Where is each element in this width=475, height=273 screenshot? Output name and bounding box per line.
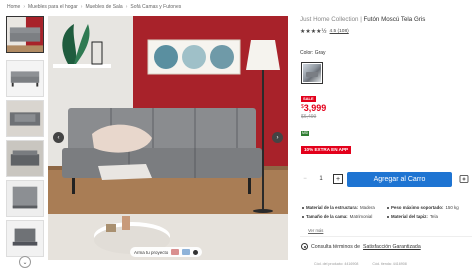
product-heading: Just Home Collection | Futón Moscú Tela … bbox=[300, 16, 472, 24]
sale-badge: SALE bbox=[301, 96, 316, 102]
old-price: $6,499 bbox=[301, 114, 317, 120]
spec-value: 150 kg bbox=[445, 205, 459, 210]
color-swatch-gray[interactable] bbox=[301, 62, 323, 84]
main-product-image[interactable]: ‹ › Arma tu proyecto bbox=[48, 16, 288, 260]
project-preview-icon bbox=[182, 249, 191, 255]
color-label: Color: Gray bbox=[300, 50, 326, 56]
product-info: Just Home Collection | Futón Moscú Tela … bbox=[300, 16, 472, 35]
spec-key: Material de la estructura: bbox=[306, 205, 358, 210]
arma-tu-proyecto-button[interactable]: Arma tu proyecto bbox=[130, 247, 203, 257]
thumbnail-image bbox=[7, 141, 43, 176]
extra-discount-badge: 10% EXTRA EN APP bbox=[301, 146, 352, 154]
project-preview-icon bbox=[171, 249, 180, 255]
msi-badge: MSI bbox=[301, 131, 310, 136]
gallery-prev-arrow-icon[interactable]: ‹ bbox=[53, 132, 64, 143]
spec-row: Material de la estructura: Madera Peso m… bbox=[302, 203, 472, 212]
consult-prefix: Consulta términos de bbox=[311, 243, 361, 250]
product-code: Cód. del producto: 4416908 bbox=[314, 262, 359, 266]
spec-item: Material de la estructura: Madera bbox=[302, 205, 387, 210]
swatch-image bbox=[303, 64, 321, 82]
rating-reviews-link[interactable]: 4.5 (108) bbox=[330, 29, 349, 34]
add-to-list-icon[interactable] bbox=[459, 174, 469, 184]
thumbnail-2[interactable] bbox=[6, 60, 44, 97]
thumbnail-image bbox=[7, 101, 43, 136]
thumbnail-image bbox=[7, 181, 43, 216]
breadcrumb-home[interactable]: Home bbox=[7, 4, 20, 10]
breadcrumb-separator: › bbox=[23, 4, 26, 10]
more-thumbnails-chevron-icon[interactable]: ⌄ bbox=[19, 256, 31, 268]
product-photo bbox=[48, 16, 288, 260]
thumbnail-5[interactable] bbox=[6, 180, 44, 217]
store-code: Cód. tienda: 4416908 bbox=[372, 262, 407, 266]
bullet-icon bbox=[387, 215, 389, 218]
quantity-value[interactable]: 1 bbox=[316, 176, 326, 182]
thumbnail-3[interactable] bbox=[6, 100, 44, 137]
thumbnail-1[interactable] bbox=[6, 16, 44, 53]
breadcrumb-separator: › bbox=[80, 4, 83, 10]
spec-value: Madera bbox=[359, 205, 375, 210]
consult-guarantee: Consulta términos de Satisfacción Garant… bbox=[301, 243, 421, 250]
gallery-next-arrow-icon[interactable]: › bbox=[272, 132, 283, 143]
divider bbox=[300, 236, 472, 237]
quantity-stepper: − 1 + bbox=[301, 173, 343, 185]
product-price: $ 3,999 bbox=[301, 103, 326, 113]
spec-item: Tamaño de la cama: Matrimonial bbox=[302, 214, 387, 219]
ver-mas-link[interactable]: Ver más bbox=[308, 228, 323, 233]
thumbnail-6[interactable] bbox=[6, 220, 44, 257]
product-title: Futón Moscú Tela Gris bbox=[363, 16, 426, 23]
breadcrumb-muebles-sala[interactable]: Muebles de Sala bbox=[85, 4, 122, 10]
breadcrumb-separator: › bbox=[125, 4, 128, 10]
thumbnail-image bbox=[7, 61, 43, 96]
guarantee-icon bbox=[301, 243, 308, 250]
product-rating[interactable]: ★★★★½ 4.5 (108) bbox=[300, 28, 472, 35]
spec-value: Tela bbox=[429, 214, 438, 219]
bullet-icon bbox=[302, 206, 304, 209]
spec-row: Tamaño de la cama: Matrimonial Material … bbox=[302, 212, 472, 221]
spec-key: Tamaño de la cama: bbox=[306, 214, 348, 219]
breadcrumb: Home › Muebles para el hogar › Muebles d… bbox=[7, 3, 181, 11]
arma-tu-proyecto-label: Arma tu proyecto bbox=[134, 249, 169, 255]
spec-item: Peso máximo soportado: 150 kg bbox=[387, 205, 472, 210]
bullet-icon bbox=[302, 215, 304, 218]
spec-item: Material del tapiz: Tela bbox=[387, 214, 472, 219]
thumbnail-image bbox=[7, 221, 43, 256]
product-ids: Cód. del producto: 4416908 Cód. tienda: … bbox=[314, 262, 407, 266]
product-brand[interactable]: Just Home Collection bbox=[300, 16, 358, 23]
guarantee-link[interactable]: Satisfacción Garantizada bbox=[363, 244, 421, 250]
bullet-icon bbox=[387, 206, 389, 209]
price-amount: 3,999 bbox=[303, 103, 327, 113]
thumbnail-image bbox=[7, 17, 43, 52]
rating-stars-icon: ★★★★½ bbox=[300, 29, 327, 35]
product-specs: Material de la estructura: Madera Peso m… bbox=[302, 203, 472, 221]
spec-key: Material del tapiz: bbox=[391, 214, 428, 219]
quantity-decrease-button[interactable]: − bbox=[301, 176, 309, 182]
breadcrumb-muebles-hogar[interactable]: Muebles para el hogar bbox=[28, 4, 78, 10]
quantity-increase-button[interactable]: + bbox=[333, 174, 343, 184]
spec-key: Peso máximo soportado: bbox=[391, 205, 444, 210]
thumbnail-4[interactable] bbox=[6, 140, 44, 177]
breadcrumb-sofa-camas[interactable]: Sofá Camas y Futones bbox=[130, 4, 181, 10]
project-cursor-icon bbox=[193, 249, 199, 255]
spec-value: Matrimonial bbox=[349, 214, 373, 219]
add-to-cart-button[interactable]: Agregar al Carro bbox=[347, 172, 452, 187]
thumbnail-list: ⌄ bbox=[6, 16, 44, 268]
